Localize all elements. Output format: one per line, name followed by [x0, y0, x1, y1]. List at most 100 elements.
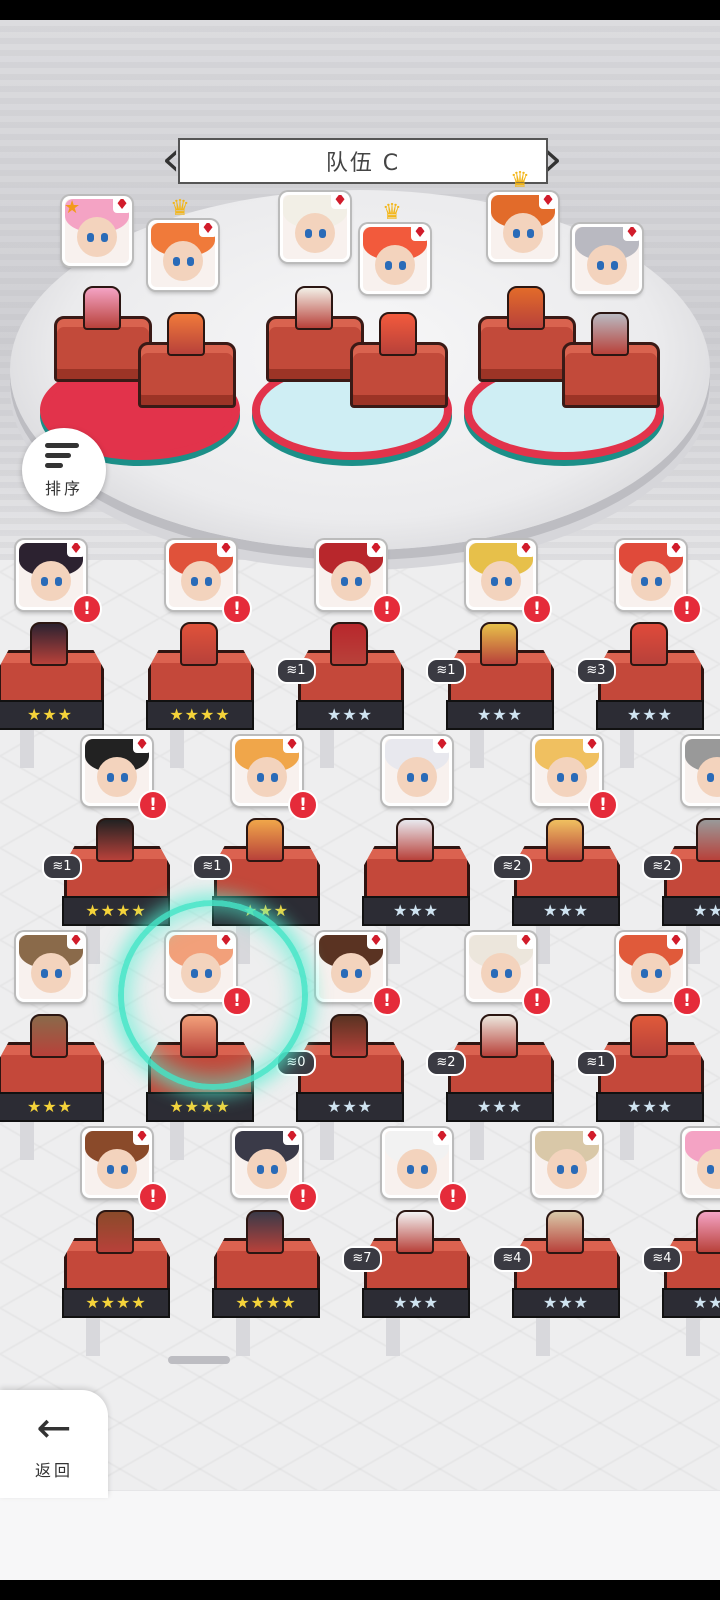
unit-sprite[interactable]	[330, 622, 368, 666]
unit-post	[20, 728, 34, 768]
heart-suit-icon: ♦	[283, 736, 300, 753]
portrait-eye	[319, 229, 326, 238]
duplicate-count-badge: ≋2	[642, 854, 682, 880]
roster-unit-portrait[interactable]: ♦	[16, 932, 86, 1002]
portrait-eye	[655, 969, 662, 978]
unit-sprite[interactable]	[30, 1014, 68, 1058]
next-team-arrow-icon[interactable]: ›	[538, 132, 568, 186]
unit-post	[470, 1120, 484, 1160]
unit-sprite[interactable]	[246, 1210, 284, 1254]
team-member-5-portrait[interactable]: ♦	[488, 192, 558, 262]
team-character-sprite[interactable]	[167, 312, 205, 356]
unit-sprite[interactable]	[30, 622, 68, 666]
team-character-sprite[interactable]	[83, 286, 121, 330]
heart-suit-icon: ♦	[667, 932, 684, 949]
heart-suit-icon: ♦	[583, 736, 600, 753]
heart-suit-icon: ♦	[433, 736, 450, 753]
duplicate-count-badge: ≋1	[192, 854, 232, 880]
portrait-eye	[491, 969, 498, 978]
duplicate-count-badge: ≋3	[576, 658, 616, 684]
unit-post	[236, 1316, 250, 1356]
star-rating: ★★★★	[212, 1288, 320, 1318]
unit-sprite[interactable]	[480, 622, 518, 666]
heart-suit-icon: ♦	[367, 540, 384, 557]
team-member-6-portrait[interactable]: ♦	[572, 224, 642, 294]
unit-post	[470, 728, 484, 768]
heart-suit-icon: ♦	[331, 192, 348, 209]
unit-sprite[interactable]	[96, 818, 134, 862]
unit-sprite[interactable]	[696, 1210, 720, 1254]
heart-suit-icon: ♦	[517, 540, 534, 557]
portrait-face	[631, 561, 671, 601]
portrait-eye	[305, 229, 312, 238]
unit-sprite[interactable]	[246, 818, 284, 862]
alert-badge-icon: !	[588, 790, 618, 820]
portrait-eye	[341, 969, 348, 978]
portrait-eye	[655, 577, 662, 586]
portrait-eye	[513, 229, 520, 238]
team-character-sprite[interactable]	[507, 286, 545, 330]
unit-sprite[interactable]	[546, 818, 584, 862]
duplicate-count-badge: ≋7	[342, 1246, 382, 1272]
team-member-2-portrait[interactable]: ♦	[148, 220, 218, 290]
heart-suit-icon: ♦	[433, 1128, 450, 1145]
unit-sprite[interactable]	[480, 1014, 518, 1058]
unit-sprite[interactable]	[96, 1210, 134, 1254]
team-title-label: 队伍 C	[325, 151, 401, 176]
team-character-sprite[interactable]	[379, 312, 417, 356]
duplicate-count-badge: ≋4	[642, 1246, 682, 1272]
heart-suit-icon: ♦	[623, 224, 640, 241]
portrait-face	[247, 757, 287, 797]
star-rating: ★★★	[362, 896, 470, 926]
heart-suit-icon: ♦	[217, 540, 234, 557]
portrait-face	[503, 213, 543, 253]
portrait-eye	[527, 229, 534, 238]
roster-unit-portrait[interactable]: ♦	[682, 736, 720, 806]
roster-unit-portrait[interactable]: ♦	[682, 1128, 720, 1198]
portrait-face	[547, 757, 587, 797]
duplicate-count-badge: ≋1	[42, 854, 82, 880]
star-icon: ★	[64, 197, 81, 218]
portrait-face	[397, 757, 437, 797]
back-button[interactable]: ← 返回	[0, 1390, 108, 1498]
team-member-4-portrait[interactable]: ♦	[360, 224, 430, 294]
unit-post	[386, 924, 400, 964]
star-rating: ★★★★	[146, 1092, 254, 1122]
unit-sprite[interactable]	[630, 1014, 668, 1058]
star-rating: ★★★	[446, 1092, 554, 1122]
unit-sprite[interactable]	[330, 1014, 368, 1058]
portrait-eye	[257, 773, 264, 782]
portrait-face	[587, 245, 627, 285]
portrait-eye	[407, 773, 414, 782]
roster-unit-portrait[interactable]: ♦	[382, 736, 452, 806]
unit-sprite[interactable]	[696, 818, 720, 862]
team-member-3-portrait[interactable]: ♦	[280, 192, 350, 262]
unit-sprite[interactable]	[546, 1210, 584, 1254]
scroll-handle[interactable]	[168, 1356, 230, 1364]
unit-post	[20, 1120, 34, 1160]
unit-sprite[interactable]	[630, 622, 668, 666]
star-rating: ★★★	[662, 1288, 720, 1318]
unit-post	[536, 924, 550, 964]
portrait-eye	[55, 969, 62, 978]
alert-badge-icon: !	[438, 1182, 468, 1212]
roster-unit-portrait[interactable]: ♦	[532, 1128, 602, 1198]
unit-sprite[interactable]	[396, 1210, 434, 1254]
portrait-eye	[421, 1165, 428, 1174]
team-character-sprite[interactable]	[295, 286, 333, 330]
star-rating: ★★★	[296, 700, 404, 730]
portrait-eye	[557, 1165, 564, 1174]
portrait-eye	[641, 969, 648, 978]
star-rating: ★★★	[446, 700, 554, 730]
heart-suit-icon: ♦	[539, 192, 556, 209]
alert-badge-icon: !	[372, 594, 402, 624]
unit-sprite[interactable]	[396, 818, 434, 862]
sort-button[interactable]: 排序	[22, 428, 106, 512]
heart-suit-icon: ♦	[67, 932, 84, 949]
team-character-sprite[interactable]	[591, 312, 629, 356]
portrait-eye	[271, 1165, 278, 1174]
unit-sprite[interactable]	[180, 622, 218, 666]
game-screen: ‹ 队伍 C › ♦ ★ ♦ ♛ ♦ ♦ ♛ ♦ ♛ ♦ 排序 ♦! ★★★ ♦! ★★★★ ♦! ★★★ ≋…	[0, 20, 720, 1580]
unit-post	[320, 728, 334, 768]
unit-post	[170, 728, 184, 768]
